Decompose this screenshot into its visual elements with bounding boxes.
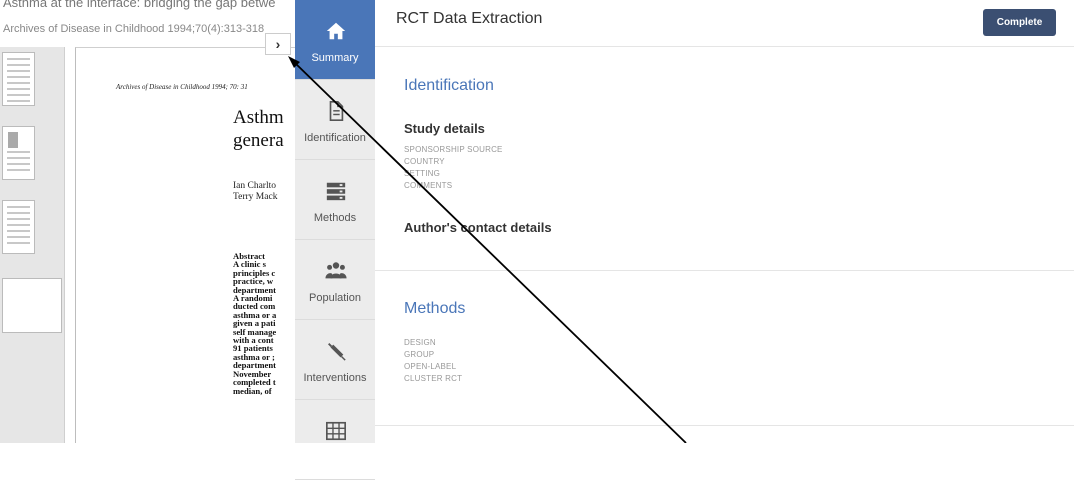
field-label[interactable]: CLUSTER RCT xyxy=(404,374,462,383)
nav-item-label: Methods xyxy=(313,212,357,224)
nav-item-population[interactable]: Population xyxy=(295,240,375,320)
extraction-panel: RCT Data Extraction Complete Identificat… xyxy=(375,0,1074,443)
document-title: Asthma at the interface: bridging the ga… xyxy=(3,0,276,10)
chevron-right-icon: › xyxy=(275,36,281,52)
expand-panel-button[interactable]: › xyxy=(265,33,291,55)
nav-item-label: Interventions xyxy=(303,372,367,384)
author-contact-heading: Author's contact details xyxy=(404,220,552,235)
section-title: Identification xyxy=(404,77,494,94)
study-details-heading: Study details xyxy=(404,121,485,136)
article-authors: Ian Charlto Terry Mack xyxy=(233,181,277,203)
section-title: Methods xyxy=(404,300,466,317)
field-label[interactable]: SETTING xyxy=(404,169,440,178)
article-title-line: genera xyxy=(233,130,284,151)
syringe-icon xyxy=(328,343,346,361)
nav-item-identification[interactable]: Identification xyxy=(295,80,375,160)
author-line: Ian Charlto xyxy=(233,181,277,191)
document-icon xyxy=(329,101,344,121)
nav-item-interventions[interactable]: Interventions xyxy=(295,320,375,400)
page-thumbnails xyxy=(0,47,65,443)
people-icon xyxy=(325,262,347,279)
document-header: Asthma at the interface: bridging the ga… xyxy=(0,0,295,44)
page-thumbnail-4[interactable] xyxy=(2,278,62,333)
journal-header: Archives of Disease in Childhood 1994; 7… xyxy=(116,83,248,91)
document-citation: Archives of Disease in Childhood 1994;70… xyxy=(3,23,265,35)
nav-item-summary[interactable]: Summary xyxy=(295,0,375,80)
document-viewer: Asthma at the interface: bridging the ga… xyxy=(0,0,295,443)
field-label[interactable]: OPEN-LABEL xyxy=(404,362,456,371)
nav-item-table[interactable] xyxy=(295,400,375,480)
article-abstract: Abstract A clinic s principles c practice, … xyxy=(233,251,276,396)
table-icon xyxy=(326,421,346,441)
nav-item-label: Summary xyxy=(311,52,359,64)
nav-item-methods[interactable]: Methods xyxy=(295,160,375,240)
nav-item-label: Population xyxy=(309,292,361,304)
methods-section: Methods DESIGN GROUP OPEN-LABEL CLUSTER … xyxy=(375,270,1074,426)
field-label[interactable]: COMMENTS xyxy=(404,181,452,190)
page-thumbnail-2[interactable] xyxy=(2,126,35,180)
field-label[interactable]: COUNTRY xyxy=(404,157,445,166)
document-page: Archives of Disease in Childhood 1994; 7… xyxy=(75,47,295,443)
page-title: RCT Data Extraction xyxy=(396,10,543,27)
section-nav: Summary Identification Methods Populatio… xyxy=(295,0,375,480)
field-label[interactable]: SPONSORSHIP SOURCE xyxy=(404,145,503,154)
page-thumbnail-3[interactable] xyxy=(2,200,35,254)
field-label[interactable]: DESIGN xyxy=(404,338,436,347)
field-label[interactable]: GROUP xyxy=(404,350,434,359)
list-icon xyxy=(326,182,346,201)
nav-item-label: Identification xyxy=(304,132,366,144)
abstract-line: median, of xyxy=(233,385,272,396)
author-line: Terry Mack xyxy=(233,192,278,202)
page-thumbnail-1[interactable] xyxy=(2,52,35,106)
home-icon xyxy=(326,22,346,40)
complete-button[interactable]: Complete xyxy=(983,9,1056,36)
article-title: Asthm genera xyxy=(233,106,284,152)
top-bar: RCT Data Extraction Complete xyxy=(375,0,1074,47)
identification-section: Identification Study details SPONSORSHIP… xyxy=(375,47,1074,271)
article-title-line: Asthm xyxy=(233,107,284,128)
